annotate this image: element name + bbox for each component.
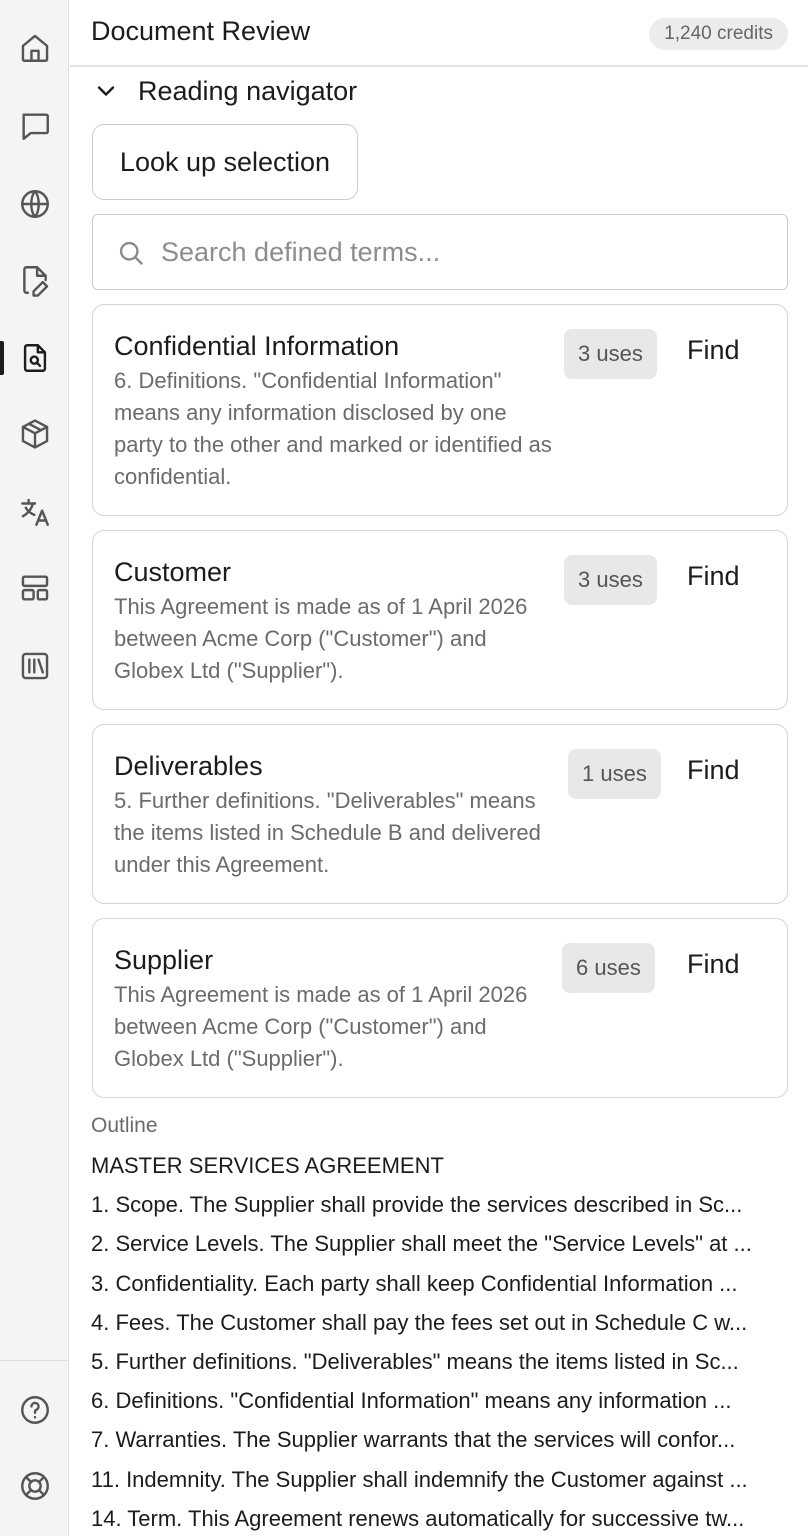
file-search-icon <box>23 344 47 372</box>
app-window: Document Review 1,240 credits Reading na… <box>0 0 808 1536</box>
outline-item[interactable]: 5. Further definitions. "Deliverables" m… <box>91 1342 787 1381</box>
term-card: Supplier This Agreement is made as of 1 … <box>92 918 788 1098</box>
reading-navigator-toggle[interactable]: Reading navigator <box>94 70 357 112</box>
sidebar-item-packages[interactable] <box>11 410 59 458</box>
main-panel: Document Review 1,240 credits Reading na… <box>70 0 808 1536</box>
term-definition: 6. Definitions. "Confidential Informatio… <box>114 368 552 489</box>
outline-item[interactable]: 2. Service Levels. The Supplier shall me… <box>91 1224 787 1263</box>
outline-item[interactable]: MASTER SERVICES AGREEMENT <box>91 1146 787 1185</box>
page-title: Document Review <box>91 16 311 46</box>
sidebar-item-help[interactable] <box>11 1386 59 1434</box>
term-card: Confidential Information 6. Definitions.… <box>92 304 788 516</box>
term-card: Deliverables 5. Further definitions. "De… <box>92 724 788 904</box>
find-button[interactable]: Find <box>687 755 740 786</box>
outline-item[interactable]: 1. Scope. The Supplier shall provide the… <box>91 1185 787 1224</box>
sidebar <box>0 0 69 1536</box>
outline-item[interactable]: 3. Confidentiality. Each party shall kee… <box>91 1264 787 1303</box>
outline-item[interactable]: 6. Definitions. "Confidential Informatio… <box>91 1381 787 1420</box>
search-icon <box>119 241 143 265</box>
sidebar-item-translate[interactable] <box>11 488 59 536</box>
help-icon <box>21 1396 49 1424</box>
sidebar-item-layout[interactable] <box>11 564 59 612</box>
sidebar-active-indicator <box>0 341 4 375</box>
search-input[interactable] <box>161 229 761 275</box>
sidebar-divider <box>0 1360 69 1361</box>
sidebar-item-edit-document[interactable] <box>11 256 59 304</box>
panel-header: Document Review 1,240 credits <box>70 0 808 67</box>
outline-item[interactable]: 4. Fees. The Customer shall pay the fees… <box>91 1303 787 1342</box>
chevron-down-icon <box>97 86 115 96</box>
find-button[interactable]: Find <box>687 335 740 366</box>
layout-icon <box>21 575 49 601</box>
credits-badge: 1,240 credits <box>649 18 788 50</box>
find-button[interactable]: Find <box>687 949 740 980</box>
find-button[interactable]: Find <box>687 561 740 592</box>
term-name: Supplier <box>114 945 214 975</box>
translate-icon <box>21 498 49 526</box>
home-icon <box>21 34 49 62</box>
uses-badge: 6 uses <box>562 943 655 993</box>
outline-label: Outline <box>91 1114 158 1137</box>
outline-item[interactable]: 7. Warranties. The Supplier warrants tha… <box>91 1420 787 1459</box>
sidebar-item-library[interactable] <box>11 642 59 690</box>
uses-badge: 1 uses <box>568 749 661 799</box>
look-up-selection-button[interactable]: Look up selection <box>92 124 358 200</box>
cube-icon <box>21 419 49 449</box>
term-name: Confidential Information <box>114 331 400 361</box>
term-definition: This Agreement is made as of 1 April 202… <box>114 982 528 1071</box>
uses-badge: 3 uses <box>564 555 657 605</box>
chat-icon <box>22 113 49 140</box>
sidebar-item-support[interactable] <box>11 1462 59 1510</box>
file-edit-icon <box>23 266 49 297</box>
sidebar-item-document-review[interactable] <box>11 334 59 382</box>
term-definition: 5. Further definitions. "Deliverables" m… <box>114 788 541 877</box>
sidebar-item-web[interactable] <box>11 180 59 228</box>
sidebar-item-home[interactable] <box>11 24 59 72</box>
outline-item[interactable]: 11. Indemnity. The Supplier shall indemn… <box>91 1460 787 1499</box>
sidebar-item-chat[interactable] <box>11 102 59 150</box>
term-card: Customer This Agreement is made as of 1 … <box>92 530 788 710</box>
term-definition: This Agreement is made as of 1 April 202… <box>114 594 528 683</box>
globe-icon <box>21 190 49 218</box>
outline-item[interactable]: 14. Term. This Agreement renews automati… <box>91 1499 787 1536</box>
section-title: Reading navigator <box>138 75 358 106</box>
outline-list: MASTER SERVICES AGREEMENT 1. Scope. The … <box>91 1146 787 1536</box>
support-icon <box>21 1472 49 1500</box>
uses-badge: 3 uses <box>564 329 657 379</box>
library-icon <box>21 652 49 680</box>
term-name: Deliverables <box>114 751 263 781</box>
term-name: Customer <box>114 557 232 587</box>
search-field <box>92 214 788 290</box>
